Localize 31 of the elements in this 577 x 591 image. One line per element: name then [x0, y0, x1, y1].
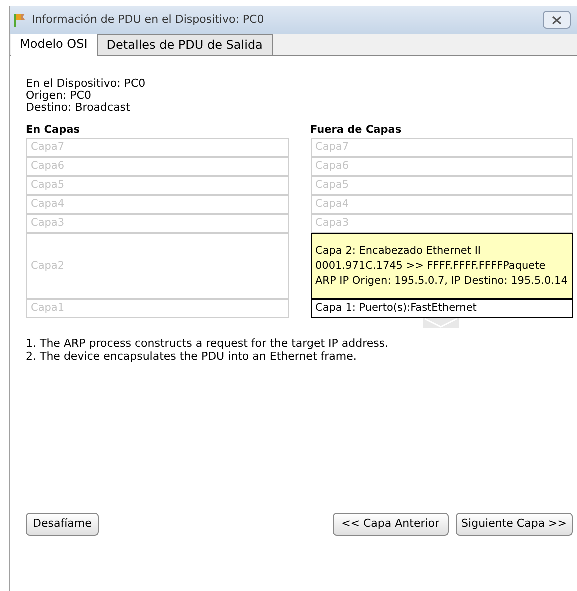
layer-box[interactable]: Capa3 [26, 214, 288, 233]
next-button[interactable]: Siguiente Capa >> [456, 513, 573, 536]
layer-box[interactable]: Capa5 [26, 176, 288, 195]
flag-icon [12, 12, 28, 28]
layer-box[interactable]: Capa 1: Puerto(s):FastEthernet [310, 299, 573, 318]
tab[interactable]: Modelo OSI [11, 34, 97, 56]
layer-box[interactable]: Capa5 [310, 176, 573, 195]
close-icon [552, 16, 562, 24]
layer-box[interactable]: Capa4 [26, 195, 288, 214]
layer-box[interactable]: Capa6 [26, 157, 288, 176]
window-title: Información de PDU en el Dispositivo: PC0 [32, 12, 266, 28]
layer-box[interactable]: Capa6 [310, 157, 573, 176]
layer-box[interactable]: Capa2 [26, 233, 288, 299]
challenge-button[interactable]: Desafíame [26, 513, 99, 536]
layer-box[interactable]: Capa3 [310, 214, 573, 233]
layer-box[interactable]: Capa1 [26, 299, 288, 318]
layer-box[interactable]: Capa7 [26, 138, 288, 157]
layer-box[interactable]: Capa 2: Encabezado Ethernet II 0001.971C.1745 >> FFFF.FFFF.FFFFPaquete ARP IP Origen: 195.5.0.7, IP Destino: 195.5.0.14 [310, 233, 573, 299]
tab[interactable]: Detalles de PDU de Salida [96, 34, 273, 55]
info-text: En el Dispositivo: PC0 [26, 78, 147, 90]
info-text: Origen: PC0 [26, 90, 92, 102]
scroll-down-icon [423, 318, 459, 328]
info-text: Destino: Broadcast [26, 102, 132, 114]
previous-button[interactable]: << Capa Anterior [332, 513, 449, 536]
step-text: 2. The device encapsulates the PDU into an Ethernet frame. [26, 350, 358, 363]
layer-box[interactable]: Capa7 [310, 138, 573, 157]
step-text: 1. The ARP process constructs a request for the target IP address. [26, 337, 390, 350]
layer-box[interactable]: Capa4 [310, 195, 573, 214]
column-heading: En Capas [26, 123, 81, 138]
column-heading: Fuera de Capas [310, 123, 403, 138]
close-button[interactable] [543, 11, 571, 29]
